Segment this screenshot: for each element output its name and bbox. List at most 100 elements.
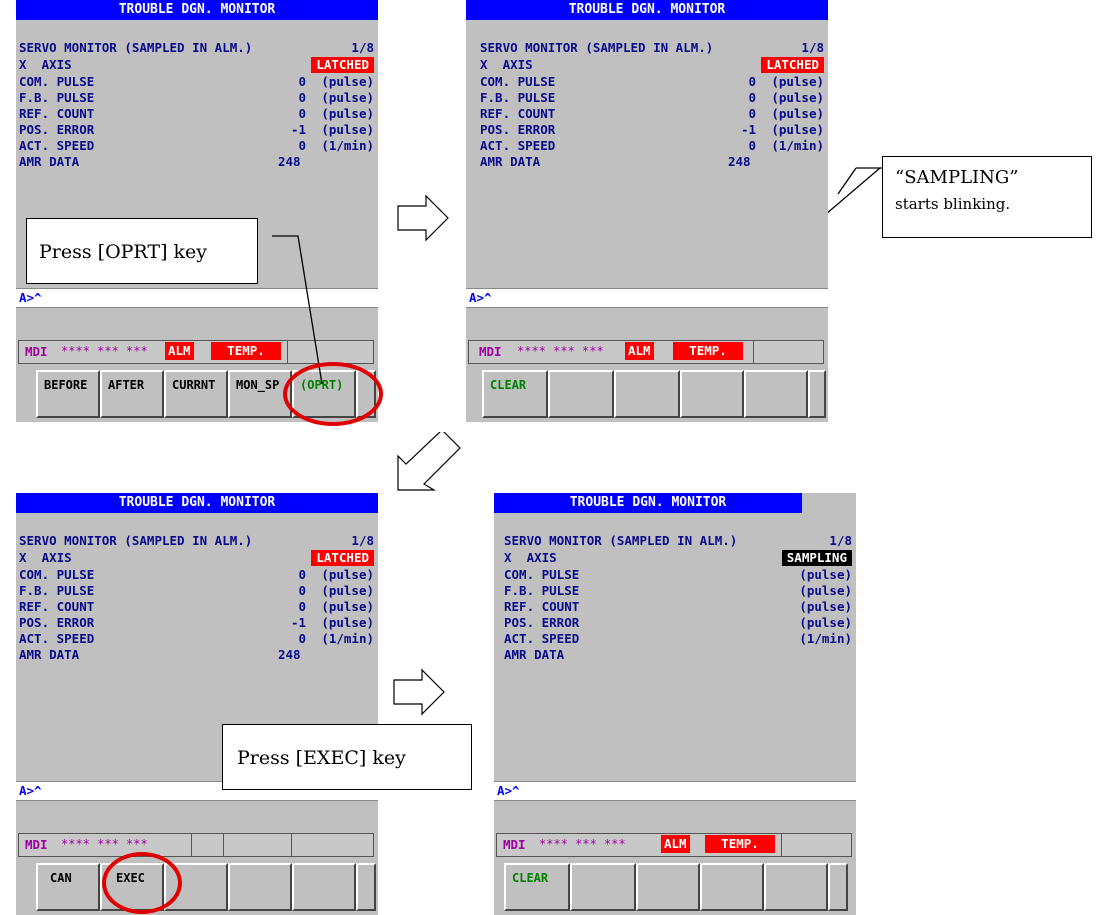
- row-label: REF. COUNT: [504, 599, 580, 614]
- softkey-blank[interactable]: [636, 863, 700, 911]
- amr-label: AMR DATA: [480, 154, 541, 169]
- mode-mdi: MDI: [503, 837, 526, 852]
- row-value: 0: [748, 90, 756, 105]
- mode-mdi: MDI: [479, 344, 502, 359]
- row-value: 0: [298, 583, 306, 598]
- row-value: 0: [298, 631, 306, 646]
- screen-title: TROUBLE DGN. MONITOR: [494, 493, 802, 513]
- softkey-row: CLEAR: [466, 366, 828, 422]
- row-value: 0: [298, 599, 306, 614]
- temp-indicator: TEMP.: [705, 835, 775, 853]
- softkey-blank[interactable]: [548, 370, 614, 418]
- amr-label: AMR DATA: [19, 647, 80, 662]
- input-prompt[interactable]: A>^: [494, 781, 856, 801]
- divider: [781, 834, 782, 856]
- row-label: POS. ERROR: [504, 615, 580, 630]
- monitor-header: SERVO MONITOR (SAMPLED IN ALM.): [480, 40, 714, 55]
- prompt-text: A>^: [497, 783, 520, 798]
- row-unit: (pulse): [799, 615, 852, 630]
- axis-label: X AXIS: [19, 550, 72, 565]
- row-value: 0: [748, 106, 756, 121]
- row-label: ACT. SPEED: [504, 631, 580, 646]
- cnc-screen: TROUBLE DGN. MONITOR SERVO MONITOR (SAMP…: [494, 493, 856, 781]
- row-unit: (pulse): [799, 583, 852, 598]
- softkey-next[interactable]: [808, 370, 826, 418]
- status-bar: MDI **** *** *** ALM TEMP.: [496, 833, 852, 857]
- row-label: F.B. PULSE: [504, 583, 580, 598]
- latched-badge: LATCHED: [311, 550, 374, 566]
- softkey-can[interactable]: CAN: [36, 863, 100, 911]
- row-unit: (pulse): [771, 122, 824, 137]
- screen-title: TROUBLE DGN. MONITOR: [466, 0, 828, 20]
- softkey-next[interactable]: [828, 863, 848, 911]
- row-unit: (pulse): [321, 583, 374, 598]
- divider: [191, 834, 192, 856]
- screen-title: TROUBLE DGN. MONITOR: [16, 493, 378, 513]
- temp-indicator: TEMP.: [673, 342, 743, 360]
- cnc-screen: TROUBLE DGN. MONITOR SERVO MONITOR (SAMP…: [466, 0, 828, 288]
- status-stars: **** *** ***: [539, 837, 626, 851]
- input-prompt[interactable]: A>^: [466, 288, 828, 308]
- latched-badge: LATCHED: [761, 57, 824, 73]
- amr-value: 248: [278, 647, 301, 662]
- softkey-next[interactable]: [356, 863, 376, 911]
- softkey-row: CLEAR: [494, 859, 856, 915]
- row-label: F.B. PULSE: [19, 583, 95, 598]
- row-value: 0: [748, 138, 756, 153]
- softkey-blank[interactable]: [614, 370, 680, 418]
- softkey-blank[interactable]: [744, 370, 808, 418]
- softkey-blank[interactable]: [700, 863, 764, 911]
- divider: [223, 834, 224, 856]
- status-area: MDI **** *** *** ALM TEMP.: [466, 308, 828, 366]
- page-indicator: 1/8: [829, 533, 852, 548]
- row-label: F.B. PULSE: [480, 90, 556, 105]
- arrow-down-left-icon: [397, 432, 461, 491]
- row-value: -1: [740, 122, 756, 137]
- status-stars: **** *** ***: [61, 837, 148, 851]
- axis-label: X AXIS: [504, 550, 557, 565]
- row-unit: (pulse): [799, 567, 852, 582]
- status-area: MDI **** *** ***: [16, 801, 378, 859]
- softkey-blank[interactable]: [228, 863, 292, 911]
- prompt-text: A>^: [469, 290, 492, 305]
- row-label: COM. PULSE: [504, 567, 580, 582]
- softkey-clear[interactable]: CLEAR: [482, 370, 548, 418]
- softkey-blank[interactable]: [764, 863, 828, 911]
- alarm-indicator: ALM: [625, 342, 654, 360]
- row-label: COM. PULSE: [19, 567, 95, 582]
- row-label: ACT. SPEED: [19, 631, 95, 646]
- softkey-clear[interactable]: CLEAR: [504, 863, 570, 911]
- status-stars: **** *** ***: [517, 344, 604, 358]
- panel-clear: TROUBLE DGN. MONITOR SERVO MONITOR (SAMP…: [466, 0, 828, 422]
- panel-exec: TROUBLE DGN. MONITOR SERVO MONITOR (SAMP…: [16, 493, 378, 915]
- row-unit: (pulse): [771, 106, 824, 121]
- row-value: 0: [748, 74, 756, 89]
- row-value: -1: [290, 615, 306, 630]
- softkey-blank[interactable]: [570, 863, 636, 911]
- softkey-blank[interactable]: [292, 863, 356, 911]
- row-unit: (pulse): [321, 615, 374, 630]
- status-area: MDI **** *** *** ALM TEMP.: [494, 801, 856, 859]
- callout-exec: Press [EXEC] key: [222, 724, 472, 790]
- highlight-circle-exec: [102, 852, 182, 914]
- row-unit: (pulse): [321, 567, 374, 582]
- row-unit: (pulse): [799, 599, 852, 614]
- amr-label: AMR DATA: [504, 647, 565, 662]
- softkey-blank[interactable]: [680, 370, 744, 418]
- prompt-text: A>^: [19, 783, 42, 798]
- row-value: 0: [298, 567, 306, 582]
- monitor-header: SERVO MONITOR (SAMPLED IN ALM.): [504, 533, 738, 548]
- status-bar: MDI **** *** ***: [18, 833, 374, 857]
- arrow-right-icon: [393, 668, 445, 716]
- row-label: REF. COUNT: [19, 599, 95, 614]
- page-indicator: 1/8: [351, 533, 374, 548]
- amr-value: 248: [728, 154, 751, 169]
- arrow-right-icon: [397, 194, 449, 242]
- row-unit: (1/min): [771, 138, 824, 153]
- page-indicator: 1/8: [801, 40, 824, 55]
- callout-sampling: “SAMPLING” starts blinking.: [882, 156, 1092, 238]
- divider: [291, 834, 292, 856]
- status-bar: MDI **** *** *** ALM TEMP.: [468, 340, 824, 364]
- row-unit: (1/min): [321, 631, 374, 646]
- row-unit: (pulse): [771, 90, 824, 105]
